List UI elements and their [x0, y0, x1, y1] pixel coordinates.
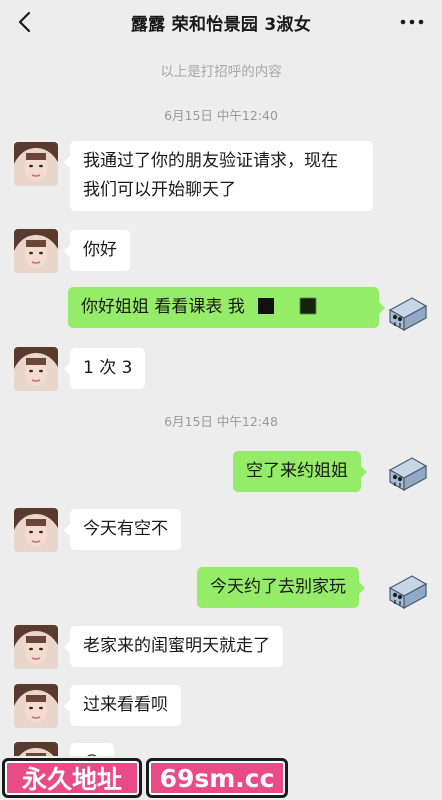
- avatar-image: [14, 625, 58, 669]
- message-text: 1 次 3: [83, 358, 133, 378]
- message-bubble-self[interactable]: 今天约了去别家玩: [197, 567, 365, 608]
- message-text: 今天有空不: [83, 519, 168, 539]
- contact-avatar[interactable]: [14, 508, 58, 552]
- self-avatar[interactable]: [386, 450, 430, 494]
- contact-avatar[interactable]: [14, 684, 58, 728]
- promo-banner: 永久地址 69sm.cc: [0, 756, 442, 800]
- message-bubble[interactable]: 老家来的闺蜜明天就走了: [64, 626, 283, 667]
- message-bubble[interactable]: 今天有空不: [64, 509, 181, 550]
- message-line: 我通过了你的朋友验证请求，现在: [83, 151, 338, 171]
- avatar-image: [14, 684, 58, 728]
- message-bubble[interactable]: 你好: [64, 230, 130, 271]
- bag-character-icon: [388, 575, 428, 610]
- chat-header: 露露 荣和怡景园 3淑女: [0, 0, 442, 44]
- redacted-block: [299, 298, 316, 314]
- message-text: 老家来的闺蜜明天就走了: [83, 636, 270, 656]
- contact-avatar[interactable]: [14, 229, 58, 273]
- banner-link[interactable]: 69sm.cc: [146, 758, 288, 798]
- back-button[interactable]: [10, 8, 38, 36]
- more-dots-icon: [400, 19, 424, 25]
- message-bubble[interactable]: 1 次 3: [63, 348, 146, 389]
- message-text: 空了来约姐姐: [246, 461, 348, 481]
- message-bubble[interactable]: 过来看看呗: [64, 685, 181, 726]
- avatar-image: [14, 229, 58, 273]
- message-text: 你好: [83, 240, 117, 260]
- contact-avatar[interactable]: [14, 347, 58, 391]
- message-text: 过来看看呗: [83, 695, 168, 715]
- self-avatar[interactable]: [386, 290, 430, 334]
- avatar-image: [14, 347, 58, 391]
- message-bubble-self[interactable]: 你好姐姐 看看课表 我: [68, 287, 385, 328]
- bag-character-icon: [388, 297, 428, 332]
- timestamp: 6月15日 中午12:48: [164, 414, 278, 429]
- contact-avatar[interactable]: [14, 142, 58, 186]
- redacted-block: [258, 298, 275, 314]
- timestamp: 6月15日 中午12:40: [164, 108, 278, 123]
- message-text: 今天约了去别家玩: [210, 577, 346, 597]
- chevron-left-icon: [18, 11, 31, 33]
- self-avatar[interactable]: [386, 568, 430, 612]
- contact-avatar[interactable]: [14, 625, 58, 669]
- message-bubble-self[interactable]: 空了来约姐姐: [233, 451, 367, 492]
- bag-character-icon: [388, 457, 428, 492]
- chat-title: 露露 荣和怡景园 3淑女: [130, 14, 312, 35]
- avatar-image: [14, 142, 58, 186]
- banner-label[interactable]: 永久地址: [2, 758, 142, 798]
- message-line: 我们可以开始聊天了: [83, 180, 236, 200]
- message-bubble[interactable]: 我通过了你的朋友验证请求，现在 我们可以开始聊天了: [64, 141, 373, 211]
- system-notice: 以上是打招呼的内容: [160, 64, 282, 80]
- more-button[interactable]: [396, 8, 428, 36]
- avatar-image: [14, 508, 58, 552]
- message-text: 你好姐姐 看看课表 我: [81, 297, 245, 317]
